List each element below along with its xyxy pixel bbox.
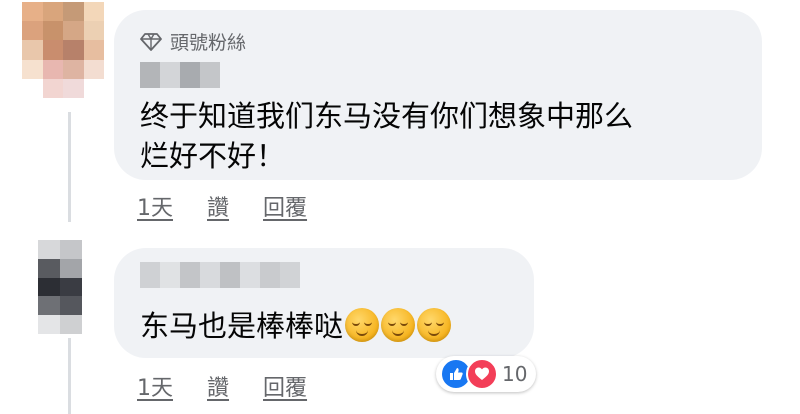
reaction-summary[interactable]: 10 bbox=[436, 356, 536, 392]
commenter-name-blurred[interactable] bbox=[140, 62, 220, 88]
reply-link[interactable]: 回覆 bbox=[263, 370, 307, 402]
timestamp-link[interactable]: 1天 bbox=[137, 190, 173, 222]
like-link[interactable]: 讚 bbox=[207, 370, 229, 402]
relieved-face-emoji bbox=[381, 308, 416, 342]
relieved-face-emoji bbox=[345, 308, 380, 342]
avatar[interactable] bbox=[22, 2, 104, 98]
reply-link[interactable]: 回覆 bbox=[263, 190, 307, 222]
avatar[interactable] bbox=[38, 240, 82, 334]
badge-label: 頭號粉絲 bbox=[170, 32, 247, 54]
like-link[interactable]: 讚 bbox=[207, 190, 229, 222]
relieved-face-emoji bbox=[417, 308, 452, 342]
commenter-name-blurred[interactable] bbox=[140, 262, 300, 288]
comment-text: 终于知道我们东马没有你们想象中那么 烂好不好！ bbox=[140, 96, 633, 176]
thread-line bbox=[68, 112, 71, 222]
top-fan-badge[interactable]: 頭號粉絲 bbox=[140, 28, 246, 55]
diamond-icon bbox=[140, 32, 162, 51]
comment-text-line: 终于知道我们东马没有你们想象中那么 bbox=[140, 99, 634, 133]
timestamp-link[interactable]: 1天 bbox=[137, 370, 173, 402]
comment-text-line: 烂好不好！ bbox=[140, 139, 286, 173]
love-reaction-icon bbox=[466, 358, 498, 390]
reaction-count: 10 bbox=[502, 362, 528, 386]
comment-actions: 1天 讚 回覆 bbox=[137, 370, 341, 402]
thread-line bbox=[68, 338, 71, 414]
comment-text: 东马也是棒棒哒 bbox=[140, 306, 452, 346]
comment-text-content: 东马也是棒棒哒 bbox=[140, 309, 344, 343]
comment-actions: 1天 讚 回覆 bbox=[137, 190, 341, 222]
